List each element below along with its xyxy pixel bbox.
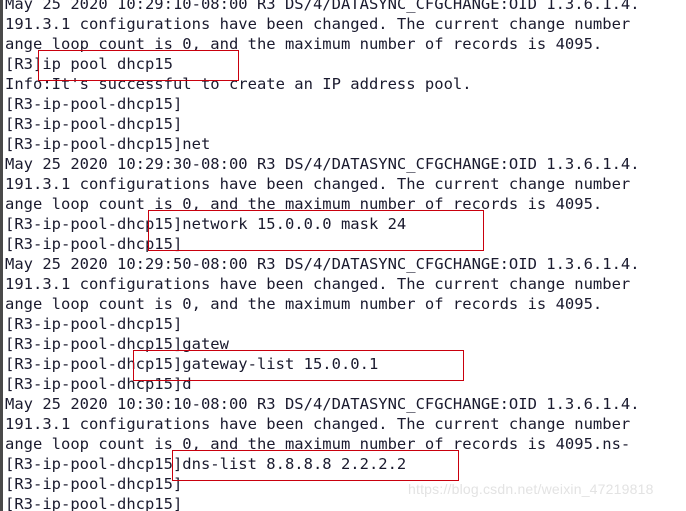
terminal-line: Info:It's successful to create an IP add… <box>5 75 472 93</box>
terminal-line: May 25 2020 10:29:50-08:00 R3 DS/4/DATAS… <box>5 255 640 273</box>
terminal-line: May 25 2020 10:29:30-08:00 R3 DS/4/DATAS… <box>5 155 640 173</box>
terminal-line: ange loop count is 0, and the maximum nu… <box>5 435 631 453</box>
terminal-line: May 25 2020 10:30:10-08:00 R3 DS/4/DATAS… <box>5 395 640 413</box>
terminal-line: [R3-ip-pool-dhcp15]d <box>5 375 192 393</box>
terminal-line: ange loop count is 0, and the maximum nu… <box>5 195 603 213</box>
terminal-line: ange loop count is 0, and the maximum nu… <box>5 295 603 313</box>
terminal-line: [R3-ip-pool-dhcp15]net <box>5 135 211 153</box>
terminal-line: [R3-ip-pool-dhcp15]gatew <box>5 335 229 353</box>
terminal-line: ange loop count is 0, and the maximum nu… <box>5 35 603 53</box>
terminal-line: May 25 2020 10:29:10-08:00 R3 DS/4/DATAS… <box>5 0 640 13</box>
terminal-line: [R3-ip-pool-dhcp15]dns-list 8.8.8.8 2.2.… <box>5 455 407 473</box>
terminal-line: 191.3.1 configurations have been changed… <box>5 175 631 193</box>
terminal-line: [R3-ip-pool-dhcp15] <box>5 95 183 113</box>
terminal-line: [R3-ip-pool-dhcp15] <box>5 115 183 133</box>
terminal-line: 191.3.1 configurations have been changed… <box>5 275 631 293</box>
terminal-line: [R3-ip-pool-dhcp15]network 15.0.0.0 mask… <box>5 215 407 233</box>
terminal-screenshot: May 25 2020 10:29:10-08:00 R3 DS/4/DATAS… <box>0 0 686 511</box>
terminal-output[interactable]: May 25 2020 10:29:10-08:00 R3 DS/4/DATAS… <box>5 0 686 511</box>
terminal-line: [R3-ip-pool-dhcp15] <box>5 315 183 333</box>
window-left-border <box>0 0 3 511</box>
watermark-text: https://blog.csdn.net/weixin_47219818 <box>408 481 654 497</box>
terminal-line: [R3-ip-pool-dhcp15] <box>5 235 183 253</box>
terminal-line: 191.3.1 configurations have been changed… <box>5 415 631 433</box>
terminal-line: [R3]ip pool dhcp15 <box>5 55 173 73</box>
terminal-line: 191.3.1 configurations have been changed… <box>5 15 631 33</box>
terminal-line: [R3-ip-pool-dhcp15]gateway-list 15.0.0.1 <box>5 355 379 373</box>
